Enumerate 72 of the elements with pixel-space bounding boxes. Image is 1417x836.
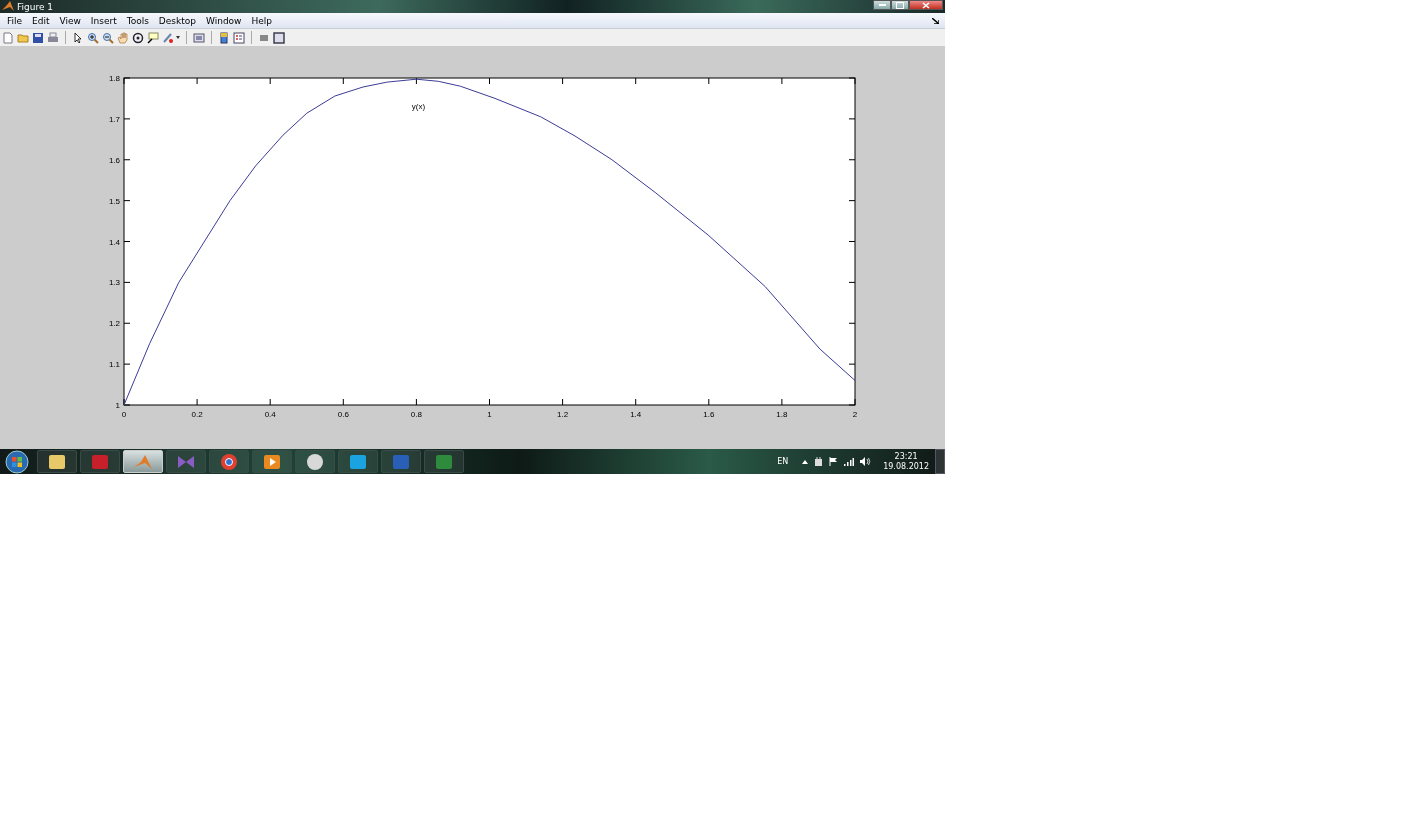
show-hidden-icons-icon[interactable] xyxy=(802,459,809,464)
disc-icon xyxy=(305,452,325,471)
x-tick-label: 0.8 xyxy=(410,410,422,419)
caret-icon[interactable] xyxy=(176,36,180,39)
y-tick-label: 1.8 xyxy=(108,74,120,83)
menu-item[interactable]: Help xyxy=(246,15,277,26)
zoom-out-icon[interactable] xyxy=(102,31,114,44)
clock-time: 23:21 xyxy=(894,451,918,462)
y-tick-label: 1.6 xyxy=(108,155,120,165)
signal-bars-icon[interactable] xyxy=(844,457,855,466)
circle-logo-icon xyxy=(219,452,239,471)
x-tick-label: 0 xyxy=(121,410,127,419)
x-tick-label: 0.6 xyxy=(337,410,349,419)
menu-item[interactable]: Window xyxy=(201,15,247,26)
clock-date: 19.08.2012 xyxy=(883,461,929,472)
taskbar-button[interactable] xyxy=(209,450,249,473)
y-tick-label: 1.2 xyxy=(108,319,120,329)
taskbar-button[interactable] xyxy=(338,450,378,473)
colorbar-icon[interactable] xyxy=(218,31,230,44)
language-indicator[interactable]: EN xyxy=(777,457,789,466)
x-tick-label: 1.4 xyxy=(630,410,642,419)
x-tick-label: 0.2 xyxy=(191,410,203,419)
close-icon xyxy=(922,1,930,9)
taskbar-button[interactable] xyxy=(295,450,335,473)
speaker-icon[interactable] xyxy=(860,457,872,466)
y-tick-label: 1.3 xyxy=(108,278,120,288)
y-tick-label: 1 xyxy=(115,401,120,410)
x-tick-label: 1.6 xyxy=(703,410,715,419)
menu-item[interactable]: Insert xyxy=(85,15,122,26)
menu-item[interactable]: Edit xyxy=(27,15,55,26)
clock[interactable]: 23:21 19.08.2012 xyxy=(883,451,929,472)
taskbar-button[interactable] xyxy=(252,450,292,473)
x-tick-label: 1 xyxy=(487,410,492,419)
pointer-icon[interactable] xyxy=(72,31,84,44)
print-icon[interactable] xyxy=(47,31,59,44)
data-cursor-icon[interactable] xyxy=(147,31,159,44)
link-icon[interactable] xyxy=(193,31,205,44)
y-tick-label: 1.7 xyxy=(108,114,120,124)
y-tick-label: 1.1 xyxy=(108,360,120,370)
menu-item[interactable]: View xyxy=(54,15,86,26)
new-file-icon[interactable] xyxy=(2,31,14,44)
app-logo-icon xyxy=(434,452,454,471)
app-logo-icon xyxy=(348,452,368,471)
menu-item[interactable]: Desktop xyxy=(153,15,201,26)
close-button[interactable] xyxy=(909,0,943,10)
minimize-button[interactable] xyxy=(873,0,891,10)
show-tools-icon[interactable] xyxy=(273,31,285,44)
app-logo-icon xyxy=(391,452,411,471)
play-icon xyxy=(262,452,282,471)
x-tick-label: 1.8 xyxy=(776,410,788,419)
save-icon[interactable] xyxy=(32,31,44,44)
power-plug-icon[interactable] xyxy=(814,456,824,467)
maximize-button[interactable] xyxy=(891,0,909,10)
flag-icon[interactable] xyxy=(829,457,839,466)
start-orb-icon[interactable] xyxy=(4,449,30,474)
y-tick-label: 1.5 xyxy=(108,196,120,206)
folder-icon xyxy=(47,452,67,471)
series-label: y(x) xyxy=(411,102,426,112)
dock-arrow-icon[interactable] xyxy=(932,17,939,24)
x-tick-label: 1.2 xyxy=(557,410,569,419)
y-tick-label: 1.4 xyxy=(108,237,120,247)
zoom-in-icon[interactable] xyxy=(87,31,99,44)
menu-item[interactable]: Tools xyxy=(121,15,154,26)
app-logo-icon xyxy=(90,452,110,471)
window-title: Figure 1 xyxy=(17,1,54,12)
x-tick-label: 0.4 xyxy=(264,410,276,419)
x-tick-label: 2 xyxy=(852,410,858,419)
rotate-icon[interactable] xyxy=(132,31,144,44)
legend-icon[interactable] xyxy=(233,31,245,44)
menu-item[interactable]: File xyxy=(2,15,28,26)
brush-icon[interactable] xyxy=(162,31,174,44)
taskbar-button[interactable] xyxy=(37,450,77,473)
